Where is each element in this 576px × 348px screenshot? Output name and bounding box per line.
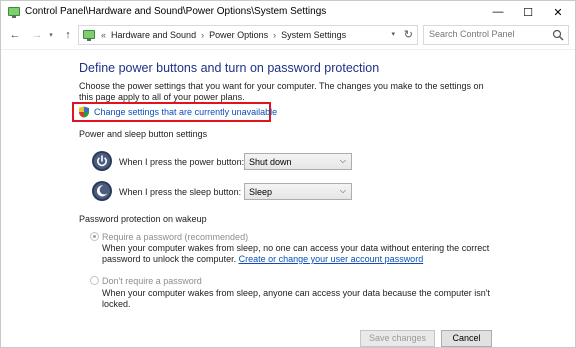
power-button-action-value: Shut down xyxy=(249,157,292,167)
require-password-radio[interactable] xyxy=(90,232,99,241)
sleep-button-icon xyxy=(92,181,112,201)
search-box[interactable] xyxy=(423,25,569,45)
sleep-button-action-select[interactable]: Sleep ⌵ xyxy=(244,183,352,200)
password-section-label: Password protection on wakeup xyxy=(79,214,207,224)
cancel-button[interactable]: Cancel xyxy=(441,330,492,347)
navigation-bar: ← → ▾ ↑ « Hardware and Sound › Power Opt… xyxy=(1,23,575,47)
page-title: Define power buttons and turn on passwor… xyxy=(79,61,380,75)
system-settings-window: Control Panel\Hardware and Sound\Power O… xyxy=(0,0,576,348)
power-section-label: Power and sleep button settings xyxy=(79,129,208,139)
chevron-down-icon: ⌵ xyxy=(339,186,346,195)
minimize-button[interactable]: — xyxy=(483,1,513,23)
chevron-down-icon: ⌵ xyxy=(339,156,346,165)
address-bar[interactable]: « Hardware and Sound › Power Options › S… xyxy=(78,25,418,45)
sleep-button-action-value: Sleep xyxy=(249,187,273,197)
close-button[interactable]: ✕ xyxy=(543,1,573,23)
search-icon[interactable] xyxy=(552,29,564,41)
back-arrow-icon[interactable]: ← xyxy=(7,26,23,44)
power-button-icon xyxy=(92,151,112,171)
recent-locations-chevron-icon[interactable]: ▾ xyxy=(46,26,56,44)
address-dropdown-chevron-icon[interactable]: ▾ xyxy=(391,30,395,38)
breadcrumb-separator[interactable]: › xyxy=(273,30,276,40)
no-password-radio[interactable] xyxy=(90,276,99,285)
search-input[interactable] xyxy=(429,29,544,39)
user-account-password-link[interactable]: Create or change your user account passw… xyxy=(239,254,424,264)
sleep-button-label: When I press the sleep button: xyxy=(119,187,242,197)
uac-shield-icon xyxy=(79,106,89,118)
maximize-button[interactable]: ☐ xyxy=(513,1,543,23)
no-password-label[interactable]: Don't require a password xyxy=(102,276,202,286)
window-title: Control Panel\Hardware and Sound\Power O… xyxy=(25,6,327,17)
page-description: Choose the power settings that you want … xyxy=(79,81,484,102)
power-button-action-select[interactable]: Shut down ⌵ xyxy=(244,153,352,170)
change-settings-link[interactable]: Change settings that are currently unava… xyxy=(94,107,277,117)
power-button-label: When I press the power button: xyxy=(119,157,245,167)
control-panel-icon xyxy=(83,30,95,41)
breadcrumb-system-settings[interactable]: System Settings xyxy=(281,30,346,40)
toolbar-divider xyxy=(1,49,575,50)
up-arrow-icon[interactable]: ↑ xyxy=(60,26,76,44)
refresh-icon[interactable]: ↻ xyxy=(404,28,413,41)
breadcrumb-separator[interactable]: › xyxy=(201,30,204,40)
control-panel-icon xyxy=(8,7,20,18)
breadcrumb-power-options[interactable]: Power Options xyxy=(209,30,268,40)
breadcrumb-overflow[interactable]: « xyxy=(101,30,106,40)
no-password-description: When your computer wakes from sleep, any… xyxy=(102,288,490,309)
title-bar[interactable]: Control Panel\Hardware and Sound\Power O… xyxy=(1,1,575,23)
forward-arrow-icon[interactable]: → xyxy=(29,26,45,44)
require-password-description: When your computer wakes from sleep, no … xyxy=(102,243,492,265)
save-changes-button[interactable]: Save changes xyxy=(360,330,435,347)
breadcrumb-hardware-and-sound[interactable]: Hardware and Sound xyxy=(111,30,196,40)
require-password-label[interactable]: Require a password (recommended) xyxy=(102,232,248,242)
